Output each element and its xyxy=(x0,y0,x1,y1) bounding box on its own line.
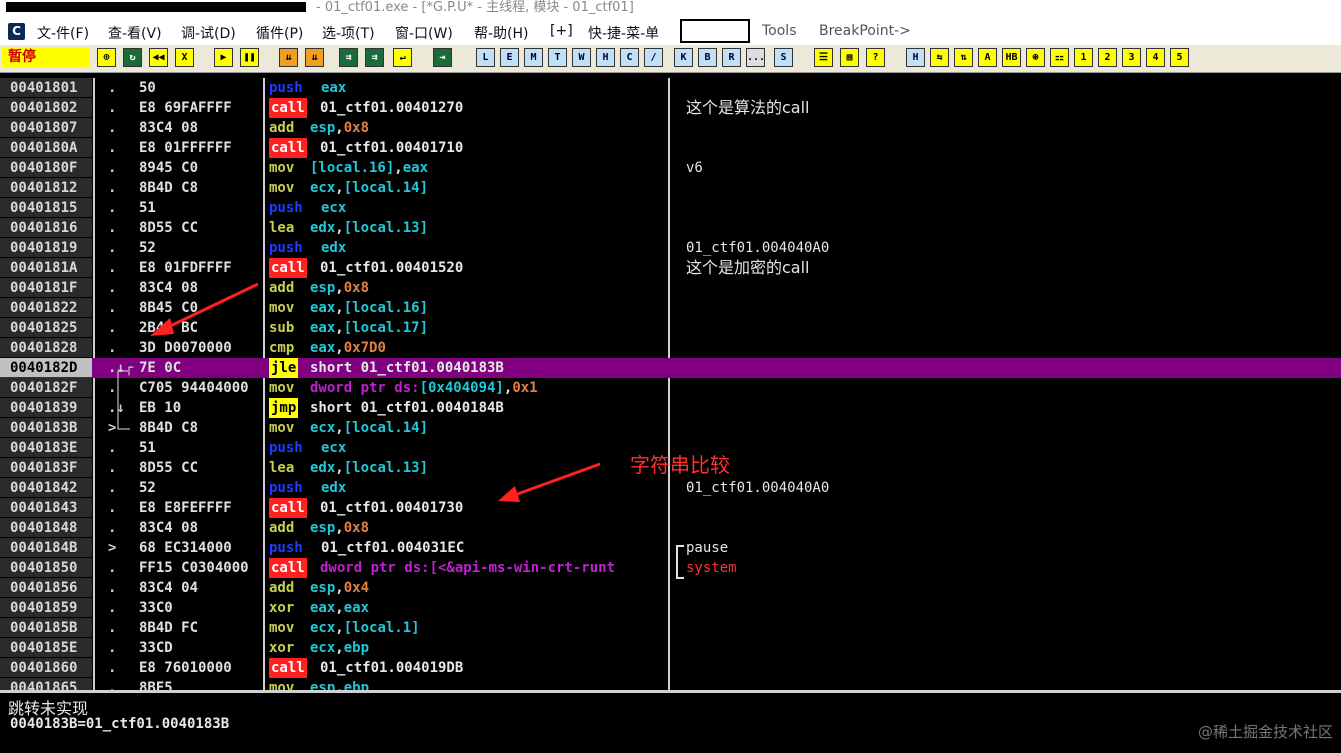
arrow-line-1 xyxy=(161,282,259,332)
toolbar-button-22[interactable]: R xyxy=(722,48,741,67)
app-icon[interactable]: C xyxy=(8,23,25,40)
menu-help[interactable]: 帮-助(H) xyxy=(474,23,529,43)
status-paused: 暂停 xyxy=(2,47,90,68)
toolbar-button-23[interactable]: ... xyxy=(746,48,765,67)
watermark: @稀土掘金技术社区 xyxy=(1197,723,1333,741)
toolbar-button-39[interactable]: 5 xyxy=(1170,48,1189,67)
info-pane: 跳转未实现 0040183B=01_ctf01.0040183B @稀土掘金技术… xyxy=(0,690,1341,753)
toolbar-button-21[interactable]: B xyxy=(698,48,717,67)
toolbar-button-26[interactable]: ▦ xyxy=(840,48,859,67)
toolbar-button-7[interactable]: ⇊ xyxy=(305,48,324,67)
toolbar-button-13[interactable]: E xyxy=(500,48,519,67)
toolbar-button-33[interactable]: ⊛ xyxy=(1026,48,1045,67)
menu-options[interactable]: 选-项(T) xyxy=(322,23,375,43)
arrow-head-2 xyxy=(498,486,520,502)
toolbar-button-34[interactable]: ⚏ xyxy=(1050,48,1069,67)
title-bar: - 01_ctf01.exe - [*G.P.U* - 主线程, 模块 - 01… xyxy=(0,0,1341,18)
toolbar-button-16[interactable]: W xyxy=(572,48,591,67)
arrow-head-1 xyxy=(150,318,174,336)
toolbar-button-30[interactable]: ⇅ xyxy=(954,48,973,67)
annotation-string-compare: 字符串比较 xyxy=(630,453,730,477)
toolbar-button-19[interactable]: / xyxy=(644,48,663,67)
toolbar-button-10[interactable]: ↵ xyxy=(393,48,412,67)
menu-bar: C 文-件(F) 查-看(V) 调-试(D) 循件(P) 选-项(T) 窗-口(… xyxy=(0,18,1341,46)
toolbar-button-24[interactable]: S xyxy=(774,48,793,67)
toolbar-button-0[interactable]: ⊕ xyxy=(97,48,116,67)
toolbar-button-25[interactable]: ☰ xyxy=(814,48,833,67)
toolbar-button-2[interactable]: ◀◀ xyxy=(149,48,168,67)
toolbar-button-5[interactable]: ❚❚ xyxy=(240,48,259,67)
menu-file[interactable]: 文-件(F) xyxy=(37,23,89,43)
menu-window[interactable]: 窗-口(W) xyxy=(395,23,453,43)
info-line-2: 0040183B=01_ctf01.0040183B xyxy=(10,716,230,732)
toolbar-button-28[interactable]: H xyxy=(906,48,925,67)
redacted-block xyxy=(6,2,306,12)
annotation-arrows xyxy=(117,282,601,502)
window-title: - 01_ctf01.exe - [*G.P.U* - 主线程, 模块 - 01… xyxy=(316,0,634,15)
redacted-box xyxy=(680,19,750,43)
jump-line xyxy=(117,370,130,430)
toolbar-button-37[interactable]: 3 xyxy=(1122,48,1141,67)
toolbar-button-15[interactable]: T xyxy=(548,48,567,67)
toolbar-button-8[interactable]: ⇉ xyxy=(339,48,358,67)
menu-view[interactable]: 查-看(V) xyxy=(108,23,162,43)
menu-tools[interactable]: Tools xyxy=(762,23,797,39)
toolbar-button-31[interactable]: A xyxy=(978,48,997,67)
toolbar-button-20[interactable]: K xyxy=(674,48,693,67)
toolbar-button-11[interactable]: ⇥ xyxy=(433,48,452,67)
toolbar-button-12[interactable]: L xyxy=(476,48,495,67)
toolbar-button-14[interactable]: M xyxy=(524,48,543,67)
toolbar-button-3[interactable]: X xyxy=(175,48,194,67)
toolbar-button-36[interactable]: 2 xyxy=(1098,48,1117,67)
toolbar-button-38[interactable]: 4 xyxy=(1146,48,1165,67)
disassembly-pane[interactable]: 00401801. 50 push eax 00401802. E8 69FAFFFF ca… xyxy=(0,78,1341,697)
menu-breakpoint[interactable]: BreakPoint-> xyxy=(819,23,911,39)
menu-debug[interactable]: 调-试(D) xyxy=(181,23,236,43)
toolbar-button-18[interactable]: C xyxy=(620,48,639,67)
toolbar-button-9[interactable]: ⇉ xyxy=(365,48,384,67)
arrow-line-2 xyxy=(511,462,601,498)
toolbar-button-4[interactable]: ▶ xyxy=(214,48,233,67)
menu-shortcut[interactable]: 快-捷-菜-单 xyxy=(588,23,659,43)
toolbar-button-27[interactable]: ? xyxy=(866,48,885,67)
menu-plus[interactable]: [+] xyxy=(550,23,573,39)
toolbar-button-17[interactable]: H xyxy=(596,48,615,67)
toolbar-button-1[interactable]: ↻ xyxy=(123,48,142,67)
toolbar-button-6[interactable]: ⇊ xyxy=(279,48,298,67)
toolbar-button-35[interactable]: 1 xyxy=(1074,48,1093,67)
toolbar: 暂停 ⊕ ↻ ◀◀ X ▶ ❚❚ ⇊ ⇊ ⇉ ⇉ ↵ ⇥ L E M T W H C / K B R... S ☰ ▦? H ⇆ ⇅ A H… xyxy=(0,45,1341,73)
menu-plugins[interactable]: 循件(P) xyxy=(256,23,303,43)
toolbar-button-29[interactable]: ⇆ xyxy=(930,48,949,67)
toolbar-button-32[interactable]: HB xyxy=(1002,48,1021,67)
